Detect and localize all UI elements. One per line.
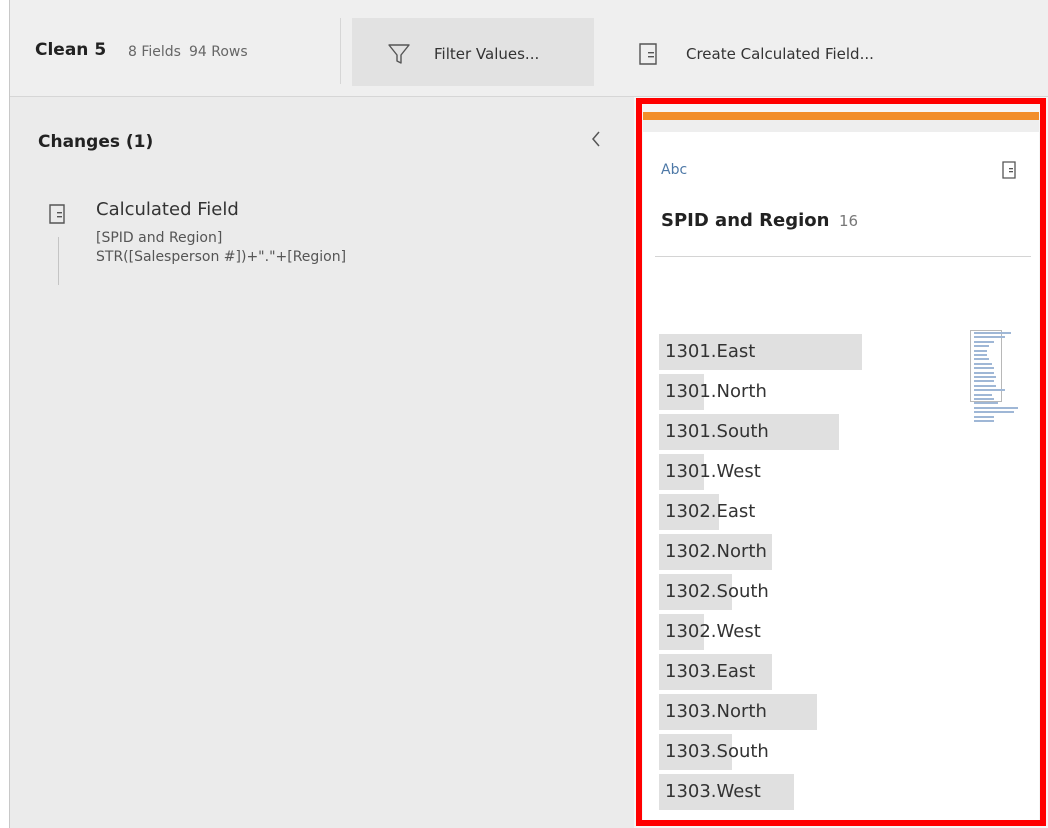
minimap-scroll[interactable] bbox=[970, 330, 1018, 426]
fields-count: 8 Fields bbox=[128, 44, 181, 60]
value-label: 1301.South bbox=[665, 421, 769, 442]
value-row[interactable]: 1302.East bbox=[659, 494, 909, 534]
value-label: 1303.South bbox=[665, 741, 769, 762]
minimap-bar bbox=[974, 362, 992, 365]
value-label: 1301.West bbox=[665, 461, 761, 482]
calculated-field-icon bbox=[49, 204, 65, 224]
calculated-field-icon[interactable] bbox=[1001, 160, 1017, 180]
create-calculated-field-label: Create Calculated Field... bbox=[686, 45, 874, 63]
minimap-bar bbox=[974, 380, 994, 383]
minimap-bar bbox=[974, 393, 992, 396]
value-label: 1302.West bbox=[665, 621, 761, 642]
changes-panel: Changes (1) Calculated Field [SPID and R… bbox=[10, 97, 634, 828]
value-row[interactable]: 1301.East bbox=[659, 334, 909, 374]
distinct-count: 16 bbox=[839, 212, 859, 230]
rows-count: 94 Rows bbox=[188, 44, 248, 60]
calculated-field-icon bbox=[639, 43, 657, 65]
minimap-bar bbox=[974, 415, 994, 418]
create-calculated-field-button[interactable]: Create Calculated Field... bbox=[628, 18, 948, 86]
value-row[interactable]: 1303.West bbox=[659, 774, 909, 814]
minimap-bar bbox=[974, 332, 1011, 334]
value-row[interactable]: 1301.North bbox=[659, 374, 909, 414]
change-item-calculated-field[interactable]: Calculated Field [SPID and Region] STR([… bbox=[44, 197, 604, 297]
minimap-bar bbox=[974, 345, 989, 348]
minimap-bar bbox=[974, 384, 996, 387]
value-label: 1301.North bbox=[665, 381, 767, 402]
change-field: [SPID and Region] bbox=[96, 230, 223, 246]
value-label: 1302.East bbox=[665, 501, 756, 522]
change-name: Calculated Field bbox=[96, 199, 239, 220]
value-label: 1302.North bbox=[665, 541, 767, 562]
value-row[interactable]: 1302.West bbox=[659, 614, 909, 654]
value-label: 1303.West bbox=[665, 781, 761, 802]
minimap-bar bbox=[974, 406, 1018, 409]
card-header-band bbox=[643, 120, 1039, 132]
change-item-rule bbox=[58, 237, 59, 285]
minimap-bar bbox=[974, 389, 1005, 392]
minimap-bar bbox=[974, 354, 987, 356]
minimap-bar bbox=[974, 398, 994, 400]
value-row[interactable]: 1302.South bbox=[659, 574, 909, 614]
change-formula: STR([Salesperson #])+"."+[Region] bbox=[96, 249, 347, 265]
value-label: 1303.North bbox=[665, 701, 767, 722]
chevron-left-icon[interactable] bbox=[588, 129, 604, 149]
value-row[interactable]: 1301.West bbox=[659, 454, 909, 494]
minimap-bar bbox=[974, 402, 998, 405]
minimap-bar bbox=[974, 349, 987, 352]
minimap-bar bbox=[974, 340, 994, 343]
field-name[interactable]: SPID and Region bbox=[661, 210, 829, 231]
value-row[interactable]: 1303.South bbox=[659, 734, 909, 774]
filter-values-button[interactable]: Filter Values... bbox=[352, 18, 594, 86]
profile-card-spid-and-region[interactable]: Abc SPID and Region 16 1301.East 1301.Nor… bbox=[643, 112, 1039, 820]
value-label: 1303.East bbox=[665, 661, 756, 682]
value-row[interactable]: 1303.East bbox=[659, 654, 909, 694]
minimap-bar bbox=[974, 367, 994, 370]
card-divider bbox=[655, 256, 1031, 257]
value-list: 1301.East 1301.North 1301.South 1301.West 13… bbox=[659, 334, 909, 814]
minimap-bar bbox=[974, 411, 1014, 414]
minimap-bar bbox=[974, 336, 1005, 339]
minimap-bar bbox=[974, 376, 996, 378]
minimap-bar bbox=[974, 420, 994, 422]
value-row[interactable]: 1302.North bbox=[659, 534, 909, 574]
step-title: Clean 5 bbox=[35, 40, 107, 60]
step-meta: 8 Fields 94 Rows bbox=[128, 44, 256, 60]
value-row[interactable]: 1303.North bbox=[659, 694, 909, 734]
minimap-bar bbox=[974, 371, 994, 374]
minimap-bar bbox=[974, 358, 989, 361]
tableau-prep-window: Clean 5 8 Fields 94 Rows Filter Values...… bbox=[0, 0, 1048, 828]
toolbar-divider bbox=[340, 18, 341, 84]
filter-values-label: Filter Values... bbox=[434, 45, 540, 63]
value-label: 1302.South bbox=[665, 581, 769, 602]
value-row[interactable]: 1301.South bbox=[659, 414, 909, 454]
changes-title: Changes (1) bbox=[38, 132, 154, 152]
data-type-label[interactable]: Abc bbox=[661, 162, 687, 178]
filter-icon bbox=[388, 44, 410, 64]
step-toolbar: Clean 5 8 Fields 94 Rows Filter Values...… bbox=[10, 0, 1048, 97]
value-label: 1301.East bbox=[665, 341, 756, 362]
card-accent-strip bbox=[643, 112, 1039, 120]
